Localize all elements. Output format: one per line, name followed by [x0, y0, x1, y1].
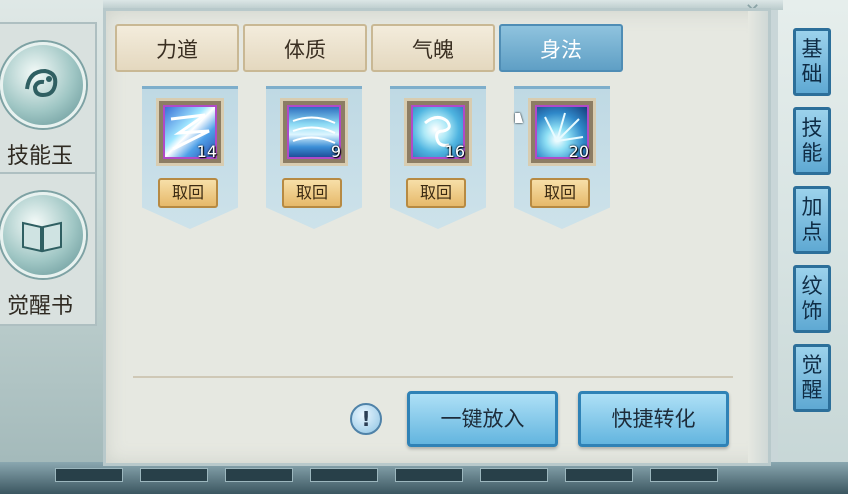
side-tab-awakening-book[interactable]: 觉醒书: [0, 172, 97, 326]
nav-add-points[interactable]: 加 点: [793, 186, 831, 254]
skill-icon-frame[interactable]: 9: [280, 98, 348, 166]
retrieve-button[interactable]: 取回: [282, 178, 342, 208]
nav-basic[interactable]: 基 础: [793, 28, 831, 96]
skill-card: 14 取回: [142, 86, 238, 229]
nav-char: 能: [801, 141, 823, 165]
tab-constitution[interactable]: 体质: [243, 24, 367, 72]
nav-char: 加: [801, 195, 823, 219]
divider: [133, 376, 733, 378]
jade-orb-icon: [0, 42, 86, 128]
tab-strength[interactable]: 力道: [115, 24, 239, 72]
nav-awakening[interactable]: 觉 醒: [793, 344, 831, 412]
retrieve-button[interactable]: 取回: [530, 178, 590, 208]
nav-char: 纹: [801, 274, 823, 298]
nav-char: 点: [801, 220, 823, 244]
skill-count: 16: [444, 142, 465, 161]
skill-bar-slot: [310, 468, 378, 482]
nav-char: 础: [801, 62, 823, 86]
bottom-skill-bar: [0, 462, 848, 494]
nav-char: 技: [801, 116, 823, 140]
skill-bar-slot: [140, 468, 208, 482]
skill-card: 16 取回: [390, 86, 486, 229]
skill-bar-slot: [650, 468, 718, 482]
nav-patterns[interactable]: 纹 饰: [793, 265, 831, 333]
retrieve-button[interactable]: 取回: [406, 178, 466, 208]
skill-bar-slot: [565, 468, 633, 482]
skill-icon-frame[interactable]: 20: [528, 98, 596, 166]
nav-char: 基: [801, 37, 823, 61]
retrieve-button[interactable]: 取回: [158, 178, 218, 208]
nav-skills[interactable]: 技 能: [793, 107, 831, 175]
skill-count: 20: [568, 142, 589, 161]
skill-count: 14: [196, 142, 217, 161]
skill-bar-slot: [225, 468, 293, 482]
skill-bar-slot: [55, 468, 123, 482]
side-tab-label: 技能玉: [6, 144, 73, 169]
nav-char: 饰: [801, 299, 823, 323]
skill-icon-frame[interactable]: 16: [404, 98, 472, 166]
nav-char: 醒: [801, 378, 823, 402]
skill-count: 9: [330, 142, 341, 161]
skill-card: 9 取回: [266, 86, 362, 229]
side-tab-skill-jade[interactable]: 技能玉: [0, 22, 97, 176]
skill-card: 20 取回: [514, 86, 610, 229]
book-orb-icon: [0, 192, 86, 278]
tab-spirit[interactable]: 气魄: [371, 24, 495, 72]
side-tab-label: 觉醒书: [6, 294, 73, 319]
skill-icon-frame[interactable]: 14: [156, 98, 224, 166]
one-click-place-button[interactable]: 一键放入: [407, 391, 558, 447]
quick-convert-button[interactable]: 快捷转化: [578, 391, 729, 447]
nav-char: 觉: [801, 353, 823, 377]
tab-agility[interactable]: 身法: [499, 24, 623, 72]
mouse-cursor-icon: [515, 113, 523, 123]
skill-bar-slot: [395, 468, 463, 482]
info-button[interactable]: !: [350, 403, 382, 435]
skill-bar-slot: [480, 468, 548, 482]
